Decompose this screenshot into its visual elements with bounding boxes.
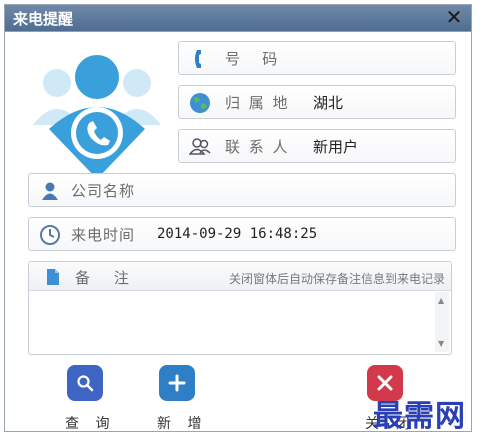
title-bar: 来电提醒 ✕ (5, 5, 471, 32)
scroll-up-icon[interactable]: ▲ (438, 296, 444, 305)
scroll-down-icon[interactable]: ▼ (438, 339, 444, 348)
incoming-call-window: 来电提醒 ✕ 号 码 归 属 地 湖北 联 系 人 新用户 公司名称 来电时间 … (4, 4, 472, 434)
query-button-label[interactable]: 查 询 (65, 413, 115, 433)
document-icon (47, 269, 59, 285)
notes-hint: 关闭窗体后自动保存备注信息到来电记录 (228, 272, 445, 286)
contacts-icon (189, 138, 211, 155)
query-button[interactable] (67, 365, 103, 401)
caller-avatar (33, 55, 161, 179)
clock-icon (40, 225, 60, 245)
notes-label: 备 注 (75, 269, 129, 287)
call-time-field: 来电时间 2014-09-29 16:48:25 (28, 217, 456, 251)
window-title: 来电提醒 (13, 10, 74, 28)
close-x-icon (377, 375, 393, 391)
notes-header: 备 注 关闭窗体后自动保存备注信息到来电记录 (29, 262, 451, 291)
call-time-value: 2014-09-29 16:48:25 (157, 226, 318, 242)
contact-label: 联 系 人 (225, 138, 290, 156)
close-icon[interactable]: ✕ (443, 6, 465, 28)
phone-field[interactable]: 号 码 (178, 41, 456, 75)
location-field[interactable]: 归 属 地 湖北 (178, 85, 456, 119)
site-watermark: 最需网 (373, 399, 466, 434)
globe-icon (190, 93, 210, 113)
add-button[interactable] (159, 365, 195, 401)
location-label: 归 属 地 (225, 94, 290, 112)
add-button-label[interactable]: 新 增 (157, 413, 207, 433)
call-time-label: 来电时间 (71, 226, 136, 244)
company-label: 公司名称 (71, 182, 136, 200)
company-field[interactable]: 公司名称 (28, 173, 456, 207)
person-icon (42, 182, 58, 200)
notes-textarea[interactable] (29, 291, 433, 354)
phone-handset-icon (195, 50, 201, 68)
contact-field[interactable]: 联 系 人 新用户 (178, 129, 456, 163)
plus-icon (168, 374, 186, 392)
search-icon (77, 375, 94, 392)
notes-scrollbar[interactable]: ▲ ▼ (435, 292, 449, 352)
phone-label: 号 码 (225, 50, 280, 68)
notes-panel: 备 注 关闭窗体后自动保存备注信息到来电记录 ▲ ▼ (28, 261, 452, 355)
contact-value: 新用户 (313, 138, 359, 156)
location-value: 湖北 (313, 94, 344, 112)
